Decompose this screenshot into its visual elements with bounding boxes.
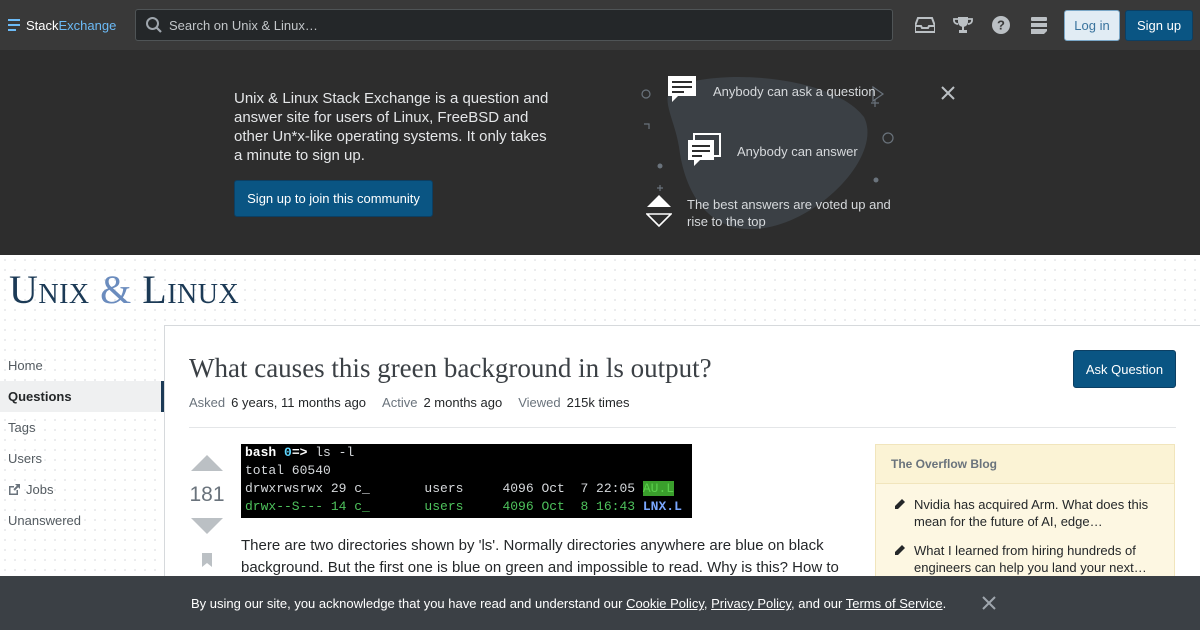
- upvote-icon[interactable]: [189, 454, 225, 472]
- blog-entry-line1: What I learned from hiring hundreds of: [914, 543, 1136, 558]
- terms-of-service-link[interactable]: Terms of Service: [846, 596, 943, 611]
- terminal-command: ls -l: [307, 445, 355, 460]
- nav-item-label: Jobs: [26, 482, 54, 497]
- achievements-icon[interactable]: [944, 13, 982, 37]
- cookie-sep1: ,: [703, 596, 712, 611]
- terminal-total: total 60540: [245, 463, 331, 478]
- bookmark-icon[interactable]: [201, 552, 213, 568]
- active-label: Active: [382, 395, 418, 410]
- terminal-row1-name: AU.L: [642, 481, 675, 496]
- feature-vote-text-line1: The best answers are voted up and: [687, 197, 891, 212]
- terminal-prompt-zero: 0: [284, 445, 292, 460]
- blog-heading: The Overflow Blog: [876, 445, 1174, 484]
- site-switcher-icon[interactable]: [1020, 13, 1058, 37]
- blog-entry[interactable]: Nvidia has acquired Arm. What does this …: [876, 484, 1174, 530]
- top-bar: StackExchange ? Log in Sign up: [0, 0, 1200, 50]
- nav-item-label: Users: [8, 451, 42, 466]
- nav-item-tags[interactable]: Tags: [0, 412, 164, 443]
- search-input[interactable]: [169, 17, 869, 33]
- question-meta: Asked 6 years, 11 months ago Active 2 mo…: [189, 395, 646, 410]
- blog-entry[interactable]: What I learned from hiring hundreds of e…: [876, 530, 1174, 576]
- cookie-prefix: By using our site, you acknowledge that …: [191, 596, 627, 611]
- header-divider: [189, 427, 1176, 428]
- hero-close-icon[interactable]: [938, 83, 958, 106]
- nav-item-label: Unanswered: [8, 513, 81, 528]
- terminal-row2-name: LNX.L: [642, 499, 682, 514]
- question-title[interactable]: What causes this green background in ls …: [189, 353, 712, 384]
- viewed-value: 215k times: [566, 395, 630, 410]
- blog-entry-line2: engineers can help you land your next…: [914, 560, 1147, 575]
- nav-item-home[interactable]: Home: [0, 350, 164, 381]
- site-title-unix: Unix: [9, 267, 101, 312]
- cookie-suffix: .: [942, 596, 947, 611]
- terminal-row2: drwx--S--- 14 c_ users 4096 Oct 8 16:43: [245, 499, 643, 514]
- nav-item-label: Home: [8, 358, 43, 373]
- vote-count: 181: [189, 483, 225, 506]
- cookie-sep2: , and our: [791, 596, 846, 611]
- cookie-close-icon[interactable]: [981, 595, 997, 614]
- pencil-icon: [895, 499, 905, 509]
- search-box[interactable]: [135, 9, 893, 41]
- stackexchange-logo[interactable]: Stack Exchange: [8, 18, 116, 33]
- active-value[interactable]: 2 months ago: [423, 395, 502, 410]
- login-button[interactable]: Log in: [1064, 10, 1120, 41]
- blog-entry-line1: Nvidia has acquired Arm. What does this: [914, 497, 1149, 512]
- nav-item-label: Questions: [8, 389, 72, 404]
- inbox-icon[interactable]: [906, 13, 944, 37]
- nav-item-users[interactable]: Users: [0, 443, 164, 474]
- join-community-button[interactable]: Sign up to join this community: [234, 180, 433, 217]
- hero-pitch: Unix & Linux Stack Exchange is a questio…: [234, 90, 549, 164]
- ask-question-button[interactable]: Ask Question: [1073, 350, 1176, 388]
- asked-value: 6 years, 11 months ago: [231, 395, 367, 410]
- cookie-message: By using our site, you acknowledge that …: [191, 596, 946, 611]
- hero-banner: Unix & Linux Stack Exchange is a questio…: [0, 50, 1200, 255]
- ask-question-icon: [666, 74, 698, 109]
- feature-ask-text: Anybody can ask a question: [713, 84, 876, 99]
- cookie-policy-link[interactable]: Cookie Policy: [626, 596, 704, 611]
- vote-arrows-icon: [645, 193, 673, 232]
- asked-label: Asked: [189, 395, 226, 410]
- svg-text:?: ?: [997, 18, 1005, 33]
- site-title-amp: &: [100, 267, 132, 312]
- cookie-banner: By using our site, you acknowledge that …: [0, 576, 1200, 630]
- stackexchange-logo-icon: [8, 19, 20, 31]
- answer-icon: [686, 132, 722, 171]
- signup-button[interactable]: Sign up: [1125, 10, 1193, 41]
- help-icon[interactable]: ?: [982, 13, 1020, 37]
- downvote-icon[interactable]: [189, 517, 225, 535]
- logo-text-stack: Stack: [26, 17, 59, 33]
- vote-cell: 181: [189, 454, 225, 571]
- pencil-icon: [895, 545, 905, 555]
- search-icon: [146, 17, 162, 33]
- feature-answer-text: Anybody can answer: [737, 144, 858, 159]
- blog-entry-line2: mean for the future of AI, edge…: [914, 514, 1103, 529]
- nav-item-unanswered[interactable]: Unanswered: [0, 505, 164, 536]
- site-title[interactable]: Unix & Linux: [9, 264, 239, 316]
- site-title-linux: Linux: [131, 267, 240, 312]
- privacy-policy-link[interactable]: Privacy Policy: [711, 596, 791, 611]
- left-nav: Home Questions Tags Users Jobs Unanswere…: [0, 350, 164, 536]
- nav-item-label: Tags: [8, 420, 36, 435]
- feature-vote-text-line2: rise to the top: [687, 214, 766, 229]
- viewed-label: Viewed: [518, 395, 561, 410]
- nav-item-jobs[interactable]: Jobs: [0, 474, 164, 505]
- logo-text-exchange: Exchange: [58, 17, 117, 33]
- nav-item-questions[interactable]: Questions: [0, 381, 164, 412]
- terminal-prompt-arrow: =>: [291, 445, 308, 460]
- external-link-icon: [9, 484, 20, 495]
- terminal-screenshot: bash 0=> ls -l total 60540 drwxrwsrwx 29…: [241, 444, 692, 518]
- question-body: There are two directories shown by 'ls'.…: [241, 537, 839, 576]
- terminal-prompt-bash: bash: [245, 445, 277, 460]
- terminal-row1: drwxrwsrwx 29 c_ users 4096 Oct 7 22:05: [245, 481, 643, 496]
